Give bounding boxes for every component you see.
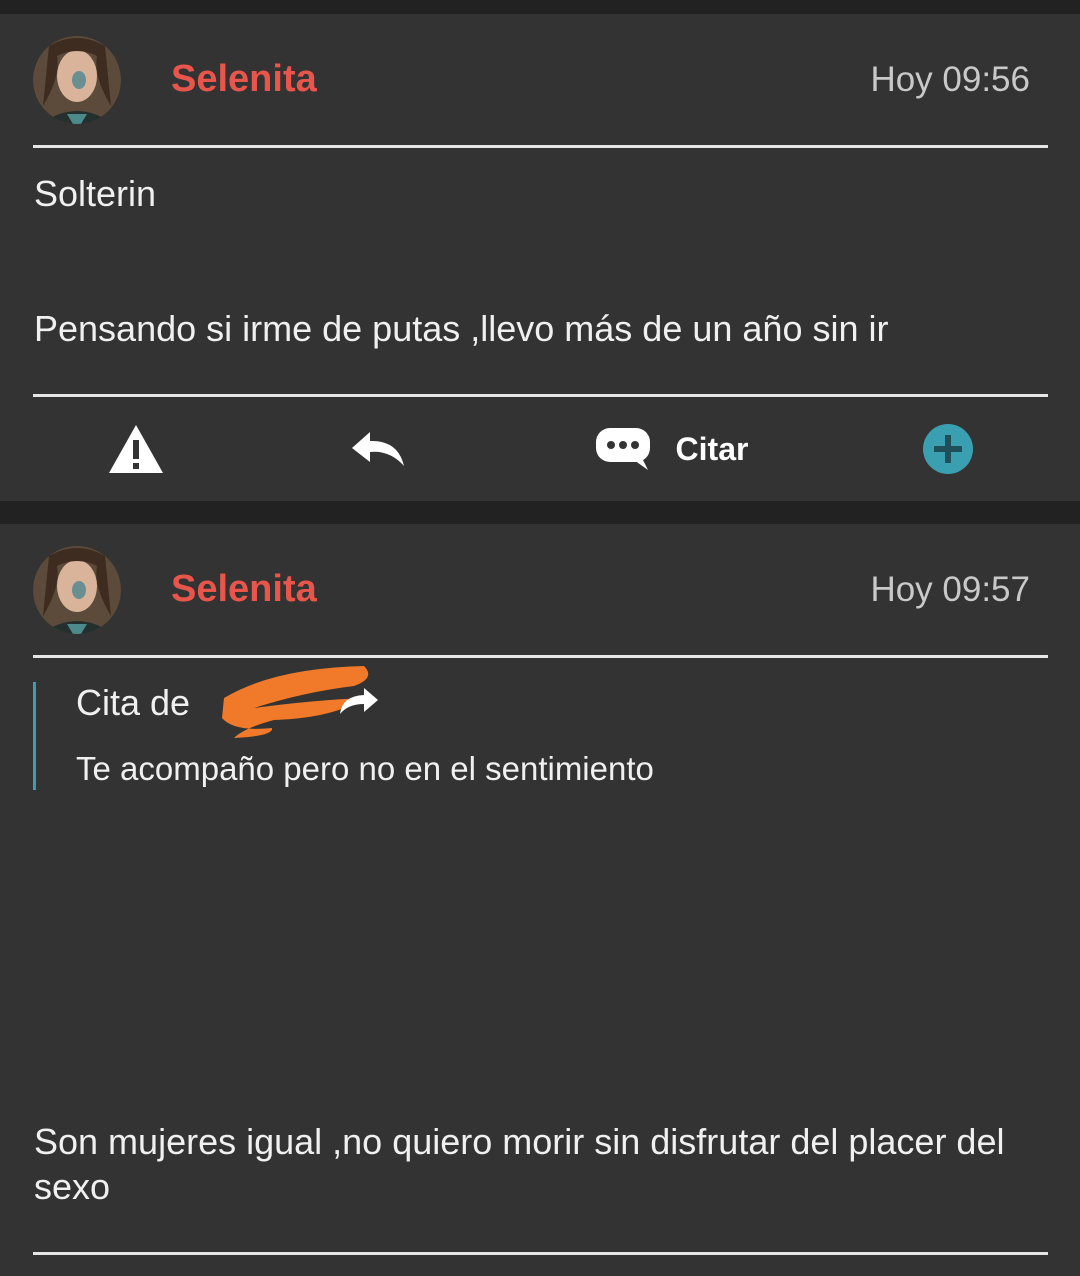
avatar[interactable] <box>33 546 121 634</box>
quote-header: Cita de <box>76 682 190 724</box>
quote-button[interactable]: Citar <box>586 399 756 499</box>
avatar[interactable] <box>33 36 121 124</box>
post-paragraph: Pensando si irme de putas ,llevo más de … <box>34 308 889 349</box>
quote-text: Te acompaño pero no en el sentimiento <box>76 750 654 787</box>
quote-block: Cita de Te acompaño pero no en el sentim… <box>33 666 1016 790</box>
reply-arrow-icon <box>352 432 404 466</box>
post-card: Selenita Hoy 09:56 Solterin Pensando si … <box>0 14 1080 501</box>
chat-bubble-icon <box>595 428 650 470</box>
post-timestamp: Hoy 09:57 <box>870 570 1030 609</box>
reply-button[interactable] <box>338 399 418 499</box>
divider <box>33 1252 1048 1255</box>
divider <box>33 394 1048 397</box>
report-button[interactable] <box>96 399 176 499</box>
author-name[interactable]: Selenita <box>171 58 317 101</box>
post-paragraph: Solterin <box>34 173 157 214</box>
quote-label: Citar <box>675 430 749 467</box>
post-paragraph: Son mujeres igual ,no quiero morir sin d… <box>34 1121 1005 1207</box>
post-actions-bar: Citar <box>0 399 1080 499</box>
divider <box>33 145 1048 148</box>
post-card: Selenita Hoy 09:57 Cita de Te acompaño p… <box>0 524 1080 1276</box>
warning-icon <box>109 425 163 473</box>
author-name[interactable]: Selenita <box>171 568 317 611</box>
go-to-quote-arrow-icon[interactable] <box>336 686 380 716</box>
plus-circle-icon <box>923 424 973 474</box>
post-timestamp: Hoy 09:56 <box>870 60 1030 99</box>
more-button[interactable] <box>916 399 980 499</box>
quote-prefix: Cita de <box>76 682 191 723</box>
divider <box>33 655 1048 658</box>
